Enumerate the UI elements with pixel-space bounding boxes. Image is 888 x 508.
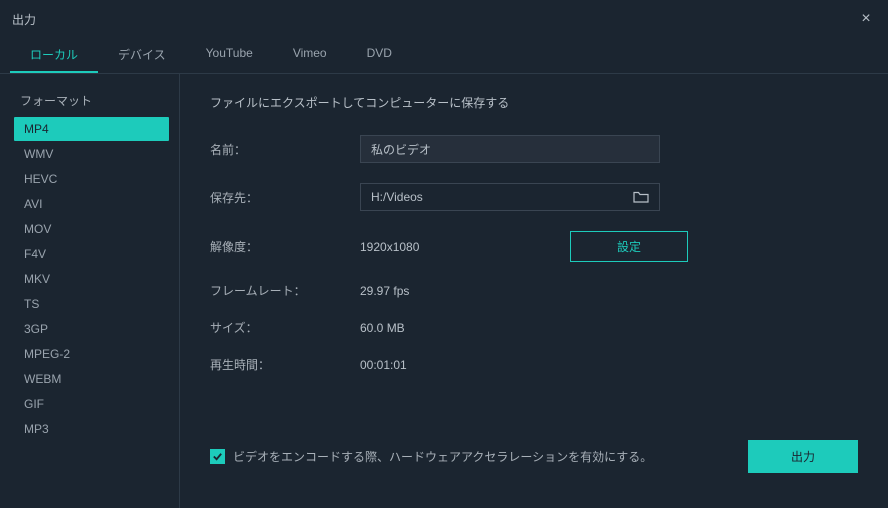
format-mkv[interactable]: MKV xyxy=(14,267,169,291)
tab-vimeo[interactable]: Vimeo xyxy=(273,38,347,73)
format-mov[interactable]: MOV xyxy=(14,217,169,241)
name-label: 名前： xyxy=(210,141,360,158)
save-to-value: H:/Videos xyxy=(371,190,423,204)
format-gif[interactable]: GIF xyxy=(14,392,169,416)
format-mp4[interactable]: MP4 xyxy=(14,117,169,141)
format-list: MP4 WMV HEVC AVI MOV F4V MKV TS 3GP MPEG… xyxy=(14,117,169,442)
format-avi[interactable]: AVI xyxy=(14,192,169,216)
resolution-label: 解像度： xyxy=(210,238,360,255)
titlebar: 出力 × xyxy=(0,0,888,38)
hwaccel-checkbox[interactable] xyxy=(210,449,225,464)
tab-local[interactable]: ローカル xyxy=(10,38,98,73)
window-title: 出力 xyxy=(12,11,36,28)
format-ts[interactable]: TS xyxy=(14,292,169,316)
size-label: サイズ： xyxy=(210,319,360,336)
tabs: ローカル デバイス YouTube Vimeo DVD xyxy=(0,38,888,74)
folder-icon[interactable] xyxy=(633,190,649,204)
format-mpeg2[interactable]: MPEG-2 xyxy=(14,342,169,366)
main-panel: ファイルにエクスポートしてコンピューターに保存する 名前： 保存先： H:/Vi… xyxy=(180,74,888,508)
duration-value: 00:01:01 xyxy=(360,358,407,372)
name-input[interactable] xyxy=(360,135,660,163)
save-to-input[interactable]: H:/Videos xyxy=(360,183,660,211)
hwaccel-label: ビデオをエンコードする際、ハードウェアアクセラレーションを有効にする。 xyxy=(233,448,652,465)
tab-youtube[interactable]: YouTube xyxy=(186,38,273,73)
framerate-value: 29.97 fps xyxy=(360,284,409,298)
tab-dvd[interactable]: DVD xyxy=(347,38,412,73)
close-icon[interactable]: × xyxy=(856,10,876,28)
resolution-value: 1920x1080 xyxy=(360,240,540,254)
save-to-label: 保存先： xyxy=(210,189,360,206)
size-value: 60.0 MB xyxy=(360,321,405,335)
format-webm[interactable]: WEBM xyxy=(14,367,169,391)
format-mp3[interactable]: MP3 xyxy=(14,417,169,441)
tab-device[interactable]: デバイス xyxy=(98,38,186,73)
framerate-label: フレームレート： xyxy=(210,282,360,299)
check-icon xyxy=(212,451,223,462)
format-f4v[interactable]: F4V xyxy=(14,242,169,266)
sidebar-title: フォーマット xyxy=(14,92,169,117)
format-3gp[interactable]: 3GP xyxy=(14,317,169,341)
settings-button[interactable]: 設定 xyxy=(570,231,688,262)
export-button[interactable]: 出力 xyxy=(748,440,858,473)
format-hevc[interactable]: HEVC xyxy=(14,167,169,191)
main-heading: ファイルにエクスポートしてコンピューターに保存する xyxy=(210,94,858,111)
duration-label: 再生時間： xyxy=(210,356,360,373)
format-wmv[interactable]: WMV xyxy=(14,142,169,166)
sidebar: フォーマット MP4 WMV HEVC AVI MOV F4V MKV TS 3… xyxy=(0,74,180,508)
